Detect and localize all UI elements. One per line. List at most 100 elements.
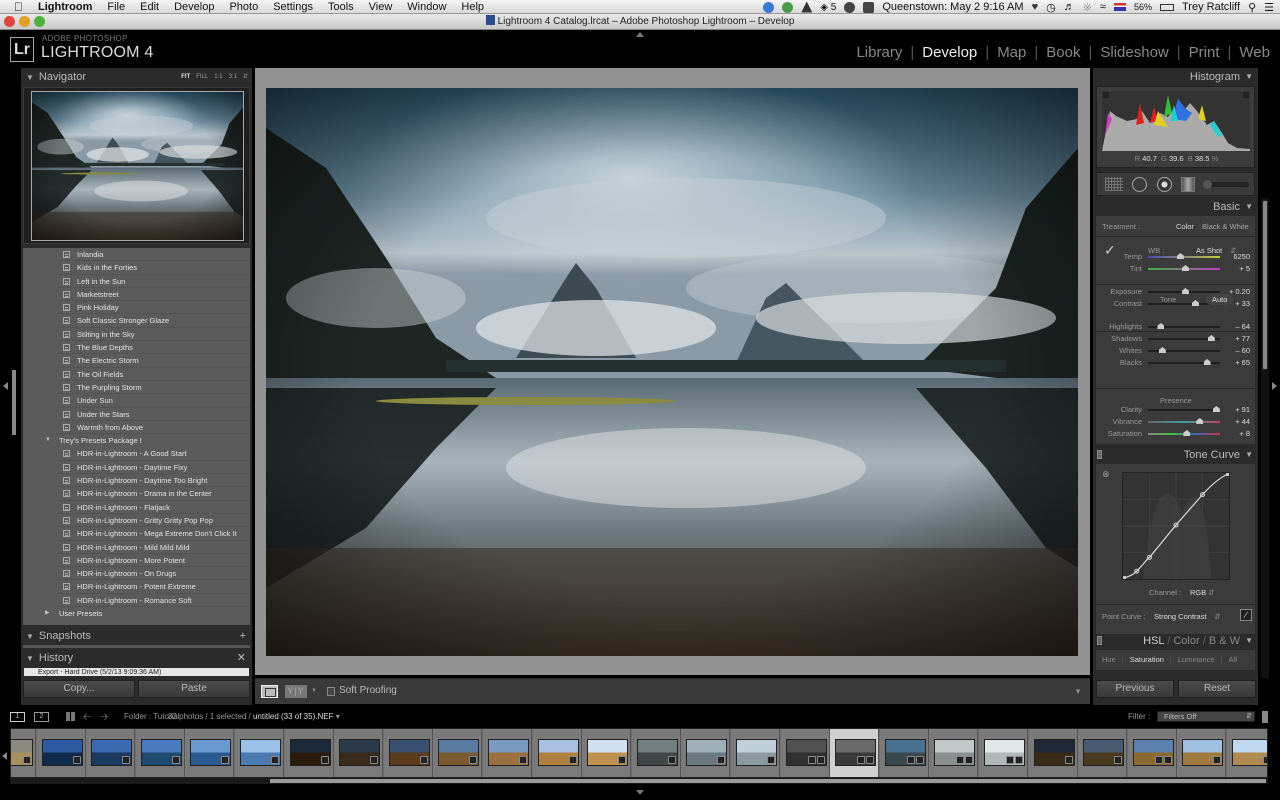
filename-dropdown-icon[interactable]: ▾ <box>336 712 340 721</box>
menu-app[interactable]: Lightroom <box>38 0 92 14</box>
temp-slider[interactable] <box>1148 253 1220 259</box>
whites-value[interactable]: – 60 <box>1220 346 1250 355</box>
vibrance-slider-thumb[interactable] <box>1196 418 1204 424</box>
menu-photo[interactable]: Photo <box>229 0 258 14</box>
zoom-window-button[interactable] <box>34 16 45 27</box>
clock[interactable]: Queenstown: May 2 9:16 AM <box>882 1 1023 13</box>
filmstrip-thumb[interactable] <box>631 729 681 777</box>
spotlight-icon[interactable]: ⚲ <box>1248 1 1256 14</box>
preset-item[interactable]: Warmth from Above <box>57 421 250 435</box>
filmstrip-thumb[interactable] <box>979 729 1028 777</box>
keyword-tag-icon[interactable] <box>667 756 676 764</box>
preset-item[interactable]: HDR-in-Lightroom - Daytime Too Bright <box>57 474 250 488</box>
bluetooth-icon[interactable]: ※ <box>1083 1 1092 14</box>
filmstrip-thumb[interactable] <box>36 729 86 777</box>
keyword-tag-icon[interactable] <box>1064 756 1073 764</box>
notification-list-icon[interactable]: ☰ <box>1264 1 1274 14</box>
menu-settings[interactable]: Settings <box>273 0 313 14</box>
preset-item[interactable]: The Purpling Storm <box>57 381 250 395</box>
drive-icon[interactable] <box>801 1 813 13</box>
preset-item[interactable]: HDR-in-Lightroom - On Drugs <box>57 567 250 581</box>
volume-icon[interactable]: ♬ <box>1064 1 1075 13</box>
filter-select[interactable]: Filters Off ⇵ <box>1157 711 1255 722</box>
preset-item[interactable]: Pink Holiday <box>57 301 250 315</box>
keyword-tag-icon[interactable] <box>419 756 428 764</box>
graduated-filter-tool-icon[interactable] <box>1181 177 1195 192</box>
preset-item[interactable]: Kids in the Forties <box>57 261 250 275</box>
keyword-tag-icon[interactable] <box>1213 756 1222 764</box>
collapse-triangle-icon[interactable]: ▼ <box>26 628 34 646</box>
saturation-value[interactable]: + 8 <box>1220 429 1250 438</box>
filmstrip-thumb[interactable] <box>879 729 929 777</box>
blacks-slider-thumb[interactable] <box>1203 359 1211 365</box>
highlights-slider-thumb[interactable] <box>1157 323 1165 329</box>
histogram-header[interactable]: Histogram ▼ <box>1093 68 1258 86</box>
blacks-value[interactable]: + 65 <box>1220 358 1250 367</box>
filmstrip-thumb[interactable] <box>433 729 483 777</box>
module-web[interactable]: Web <box>1239 44 1270 61</box>
channel-stepper-icon[interactable]: ⇵ <box>1208 588 1214 597</box>
edit-point-curve-icon[interactable]: ∕ <box>1240 609 1252 621</box>
add-snapshot-icon[interactable]: + <box>240 627 246 645</box>
right-panel-toggle-icon[interactable] <box>1272 382 1277 390</box>
before-after-dropdown-icon[interactable]: ▼ <box>311 688 317 694</box>
primary-display-button[interactable]: 1 <box>10 712 25 722</box>
clarity-slider-thumb[interactable] <box>1212 406 1220 412</box>
keyword-tag-icon[interactable] <box>717 756 726 764</box>
keyword-tag-icon[interactable] <box>568 756 577 764</box>
heart-icon[interactable]: ♥ <box>1032 1 1039 13</box>
keyword-tag-icon[interactable] <box>221 756 230 764</box>
shadows-value[interactable]: + 77 <box>1220 334 1250 343</box>
tint-slider-thumb[interactable] <box>1181 265 1189 271</box>
exposure-slider[interactable] <box>1148 288 1220 294</box>
shadows-slider-thumb[interactable] <box>1207 335 1215 341</box>
channel-select[interactable]: RGB <box>1190 588 1206 597</box>
saturation-slider-thumb[interactable] <box>1183 430 1191 436</box>
preset-item[interactable]: Inlandia <box>57 248 250 262</box>
contrast-slider-thumb[interactable] <box>1192 300 1200 306</box>
hsl-header[interactable]: HSL / Color / B & W ▼ <box>1093 632 1258 650</box>
preset-item[interactable]: HDR-in-Lightroom - Flatjack <box>57 501 250 514</box>
previous-button[interactable]: Previous <box>1096 680 1174 698</box>
preset-item[interactable]: HDR-in-Lightroom - A Good Start <box>57 447 250 461</box>
preset-item[interactable]: HDR-in-Lightroom - Gritty Gritty Pop Pop <box>57 514 250 528</box>
panel-toggle-switch[interactable] <box>1097 450 1102 459</box>
filmstrip-thumb[interactable] <box>1028 729 1078 777</box>
wb-select[interactable]: As Shot <box>1196 246 1222 255</box>
toolbar-content-menu-icon[interactable]: ▼ <box>1074 687 1082 696</box>
temp-slider-thumb[interactable] <box>1176 253 1184 259</box>
keyword-tag-icon[interactable] <box>866 756 875 764</box>
battery-level[interactable]: 56% <box>1134 2 1152 12</box>
before-after-button[interactable]: Y|Y <box>285 685 307 698</box>
treatment-black-white[interactable]: Black & White <box>1202 222 1249 231</box>
adobe-badge[interactable]: ◈ 5 <box>820 2 836 13</box>
tint-value[interactable]: + 5 <box>1220 264 1250 273</box>
paste-settings-button[interactable]: Paste <box>138 680 250 698</box>
copy-settings-button[interactable]: Copy... <box>23 680 135 698</box>
folder-collapsed-icon[interactable]: ▶ <box>45 607 50 620</box>
preset-folder[interactable]: ▶ User Presets <box>23 607 250 620</box>
preset-item[interactable]: Left in the Sun <box>57 275 250 288</box>
saturation-slider[interactable] <box>1148 430 1220 436</box>
temp-value[interactable]: 6250 <box>1220 252 1250 261</box>
preset-item[interactable]: HDR-in-Lightroom - Romance Soft <box>57 594 250 608</box>
tint-slider[interactable] <box>1148 265 1220 271</box>
left-panel-scrollbar[interactable] <box>12 370 16 435</box>
bus-icon[interactable] <box>863 1 875 13</box>
filmstrip-thumb[interactable] <box>731 729 780 777</box>
filmstrip-thumb[interactable] <box>11 729 36 777</box>
right-panel-scrollbar[interactable] <box>1261 198 1269 678</box>
shadows-slider[interactable] <box>1148 335 1220 341</box>
clear-history-icon[interactable]: ✕ <box>237 649 246 667</box>
keyword-tag-icon[interactable] <box>915 756 924 764</box>
keyword-tag-icon[interactable] <box>122 756 131 764</box>
histogram-graph[interactable] <box>1102 91 1250 151</box>
preset-folder[interactable]: ▼ Trey's Presets Package I <box>23 434 250 447</box>
point-curve-select[interactable]: Strong Contrast <box>1154 612 1207 621</box>
clarity-value[interactable]: + 91 <box>1220 405 1250 414</box>
develop-adjusted-icon[interactable] <box>1154 756 1163 764</box>
menu-file[interactable]: File <box>107 0 125 14</box>
blacks-slider[interactable] <box>1148 359 1220 365</box>
preset-item[interactable]: Marketstreet <box>57 288 250 302</box>
history-header[interactable]: ▼ History ✕ <box>21 649 252 667</box>
